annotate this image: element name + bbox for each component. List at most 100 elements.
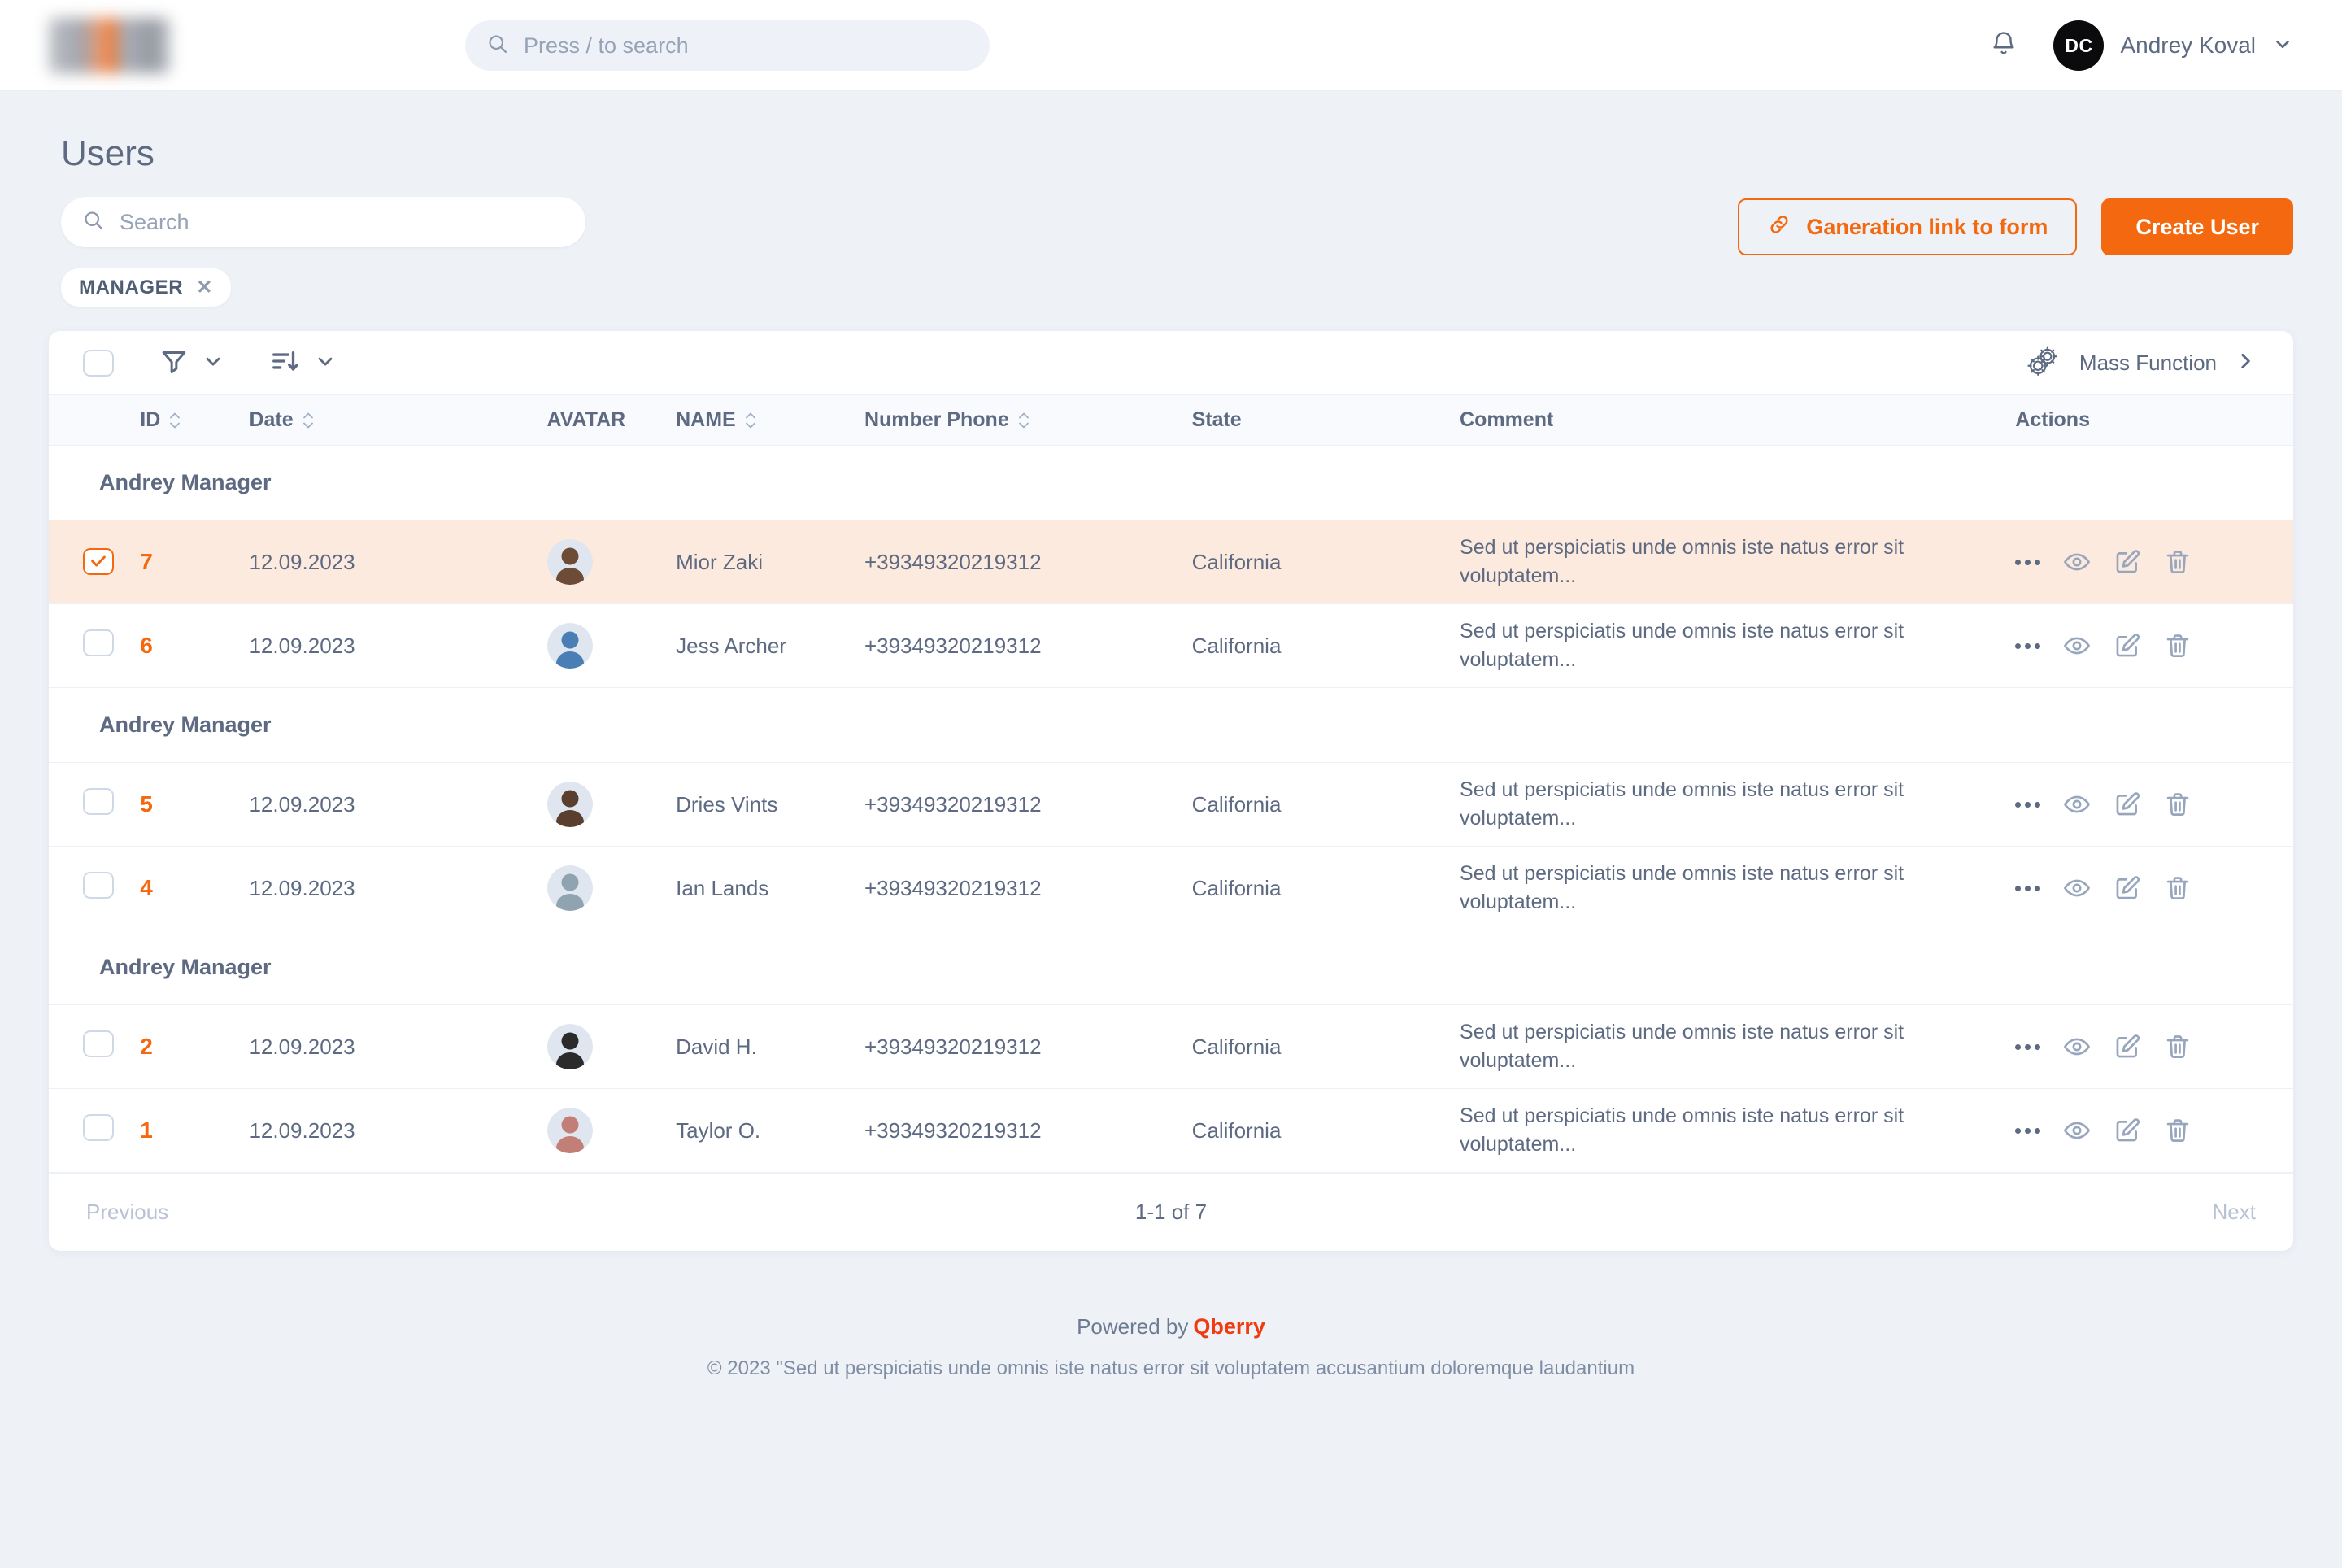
column-header-actions: Actions bbox=[2015, 394, 2293, 446]
cell-id: 7 bbox=[140, 520, 250, 604]
generate-link-label: Ganeration link to form bbox=[1806, 214, 2048, 239]
cell-actions bbox=[2015, 604, 2293, 688]
row-select-cell bbox=[49, 763, 140, 847]
edit-icon[interactable] bbox=[2113, 632, 2141, 660]
cell-phone: +39349320219312 bbox=[864, 791, 1042, 817]
cell-actions bbox=[2015, 1089, 2293, 1173]
cell-date: 12.09.2023 bbox=[249, 1117, 355, 1143]
sort-toggle-icon[interactable] bbox=[1017, 412, 1030, 429]
table-row[interactable]: 2 12.09.2023 David H. +39349320219312 Califo… bbox=[49, 1005, 2293, 1089]
edit-icon[interactable] bbox=[2113, 874, 2141, 902]
search-input[interactable] bbox=[120, 209, 564, 235]
pagination-range: 1-1 of 7 bbox=[1134, 1200, 1208, 1224]
edit-icon[interactable] bbox=[2113, 1033, 2141, 1061]
create-user-button[interactable]: Create User bbox=[2101, 198, 2293, 255]
generate-link-button[interactable]: Ganeration link to form bbox=[1738, 198, 2078, 255]
cell-phone: +39349320219312 bbox=[864, 875, 1042, 900]
cell-phone: +39349320219312 bbox=[864, 1117, 1042, 1143]
more-options-icon[interactable] bbox=[2015, 885, 2041, 891]
table-head: ID Date AVATAR NAME Number Phone State C… bbox=[49, 394, 2293, 446]
mass-function-button[interactable]: Mass Function bbox=[2024, 331, 2256, 394]
eye-icon[interactable] bbox=[2063, 791, 2091, 818]
table-row[interactable]: 7 12.09.2023 Mior Zaki +39349320219312 Calif… bbox=[49, 520, 2293, 604]
users-search[interactable] bbox=[61, 197, 586, 247]
more-options-icon[interactable] bbox=[2015, 801, 2041, 808]
eye-icon[interactable] bbox=[2063, 1033, 2091, 1061]
close-icon[interactable]: ✕ bbox=[196, 277, 213, 298]
more-options-icon[interactable] bbox=[2015, 559, 2041, 565]
row-checkbox[interactable] bbox=[83, 788, 114, 815]
active-filter-chips: MANAGER ✕ bbox=[61, 268, 2293, 307]
sort-toggle-icon[interactable] bbox=[302, 412, 315, 429]
group-label: Andrey Manager bbox=[49, 930, 2293, 1005]
edit-icon[interactable] bbox=[2113, 1117, 2141, 1144]
next-page-button[interactable]: Next bbox=[2213, 1200, 2256, 1225]
cell-date: 12.09.2023 bbox=[249, 875, 355, 900]
more-options-icon[interactable] bbox=[2015, 1043, 2041, 1050]
row-checkbox[interactable] bbox=[83, 872, 114, 899]
trash-icon[interactable] bbox=[2164, 791, 2192, 818]
user-menu[interactable]: DC Andrey Koval bbox=[2053, 20, 2293, 71]
app-logo[interactable] bbox=[0, 17, 220, 73]
sort-toggle-icon[interactable] bbox=[744, 412, 757, 429]
global-search-input[interactable] bbox=[524, 33, 969, 59]
table-row[interactable]: 4 12.09.2023 Ian Lands +39349320219312 Calif… bbox=[49, 847, 2293, 930]
trash-icon[interactable] bbox=[2164, 1033, 2192, 1061]
cell-actions bbox=[2015, 847, 2293, 930]
cell-state: California bbox=[1191, 633, 1282, 658]
users-table-card: Mass Function ID Date AVATAR NAME Number… bbox=[49, 331, 2293, 1251]
previous-page-button[interactable]: Previous bbox=[86, 1200, 168, 1225]
user-avatar-icon bbox=[546, 1024, 677, 1069]
cell-avatar bbox=[546, 1089, 677, 1173]
column-header-avatar: AVATAR bbox=[546, 394, 677, 446]
eye-icon[interactable] bbox=[2063, 632, 2091, 660]
filter-control[interactable] bbox=[159, 346, 224, 380]
column-header-name[interactable]: NAME bbox=[676, 394, 864, 446]
cell-comment: Sed ut perspiciatis unde omnis iste natu… bbox=[1460, 777, 1905, 830]
edit-icon[interactable] bbox=[2113, 791, 2141, 818]
edit-icon[interactable] bbox=[2113, 548, 2141, 576]
eye-icon[interactable] bbox=[2063, 1117, 2091, 1144]
column-label: State bbox=[1191, 408, 1242, 431]
table-row[interactable]: 5 12.09.2023 Dries Vints +39349320219312 Cal… bbox=[49, 763, 2293, 847]
row-checkbox[interactable] bbox=[83, 547, 114, 575]
sort-toggle-icon[interactable] bbox=[168, 412, 181, 429]
column-header-phone[interactable]: Number Phone bbox=[864, 394, 1192, 446]
top-navigation-bar: DC Andrey Koval bbox=[0, 0, 2342, 91]
cell-comment: Sed ut perspiciatis unde omnis iste natu… bbox=[1460, 861, 1905, 914]
filter-chip-manager[interactable]: MANAGER ✕ bbox=[61, 268, 231, 307]
trash-icon[interactable] bbox=[2164, 632, 2192, 660]
eye-icon[interactable] bbox=[2063, 548, 2091, 576]
trash-icon[interactable] bbox=[2164, 1117, 2192, 1144]
cell-state: California bbox=[1191, 791, 1282, 817]
cell-name: Ian Lands bbox=[676, 875, 769, 900]
table-row[interactable]: 6 12.09.2023 Jess Archer +39349320219312 Cal… bbox=[49, 604, 2293, 688]
more-options-icon[interactable] bbox=[2015, 1127, 2041, 1134]
global-search[interactable] bbox=[465, 20, 990, 71]
table-row[interactable]: 1 12.09.2023 Taylor O. +39349320219312 Calif… bbox=[49, 1089, 2293, 1173]
notifications-button[interactable] bbox=[1985, 27, 2022, 64]
chevron-down-icon bbox=[314, 350, 337, 377]
filter-chip-label: MANAGER bbox=[79, 276, 184, 298]
trash-icon[interactable] bbox=[2164, 874, 2192, 902]
logo-image bbox=[49, 17, 171, 73]
trash-icon[interactable] bbox=[2164, 548, 2192, 576]
column-header-id[interactable]: ID bbox=[140, 394, 250, 446]
column-header-date[interactable]: Date bbox=[249, 394, 547, 446]
cell-comment: Sed ut perspiciatis unde omnis iste natu… bbox=[1460, 520, 2016, 604]
eye-icon[interactable] bbox=[2063, 874, 2091, 902]
row-checkbox[interactable] bbox=[83, 629, 114, 656]
cell-id: 2 bbox=[140, 1034, 153, 1059]
column-label: ID bbox=[140, 408, 161, 431]
column-label: NAME bbox=[676, 408, 736, 431]
brand-name: Qberry bbox=[1193, 1314, 1265, 1339]
select-all-checkbox[interactable] bbox=[83, 349, 114, 377]
column-header-select bbox=[49, 394, 141, 446]
cell-phone: +39349320219312 bbox=[864, 633, 1042, 658]
more-options-icon[interactable] bbox=[2015, 642, 2041, 649]
cell-state: California bbox=[1191, 875, 1282, 900]
column-label: AVATAR bbox=[546, 408, 626, 431]
sort-control[interactable] bbox=[270, 346, 337, 381]
row-checkbox[interactable] bbox=[83, 1114, 114, 1141]
row-checkbox[interactable] bbox=[83, 1030, 114, 1057]
